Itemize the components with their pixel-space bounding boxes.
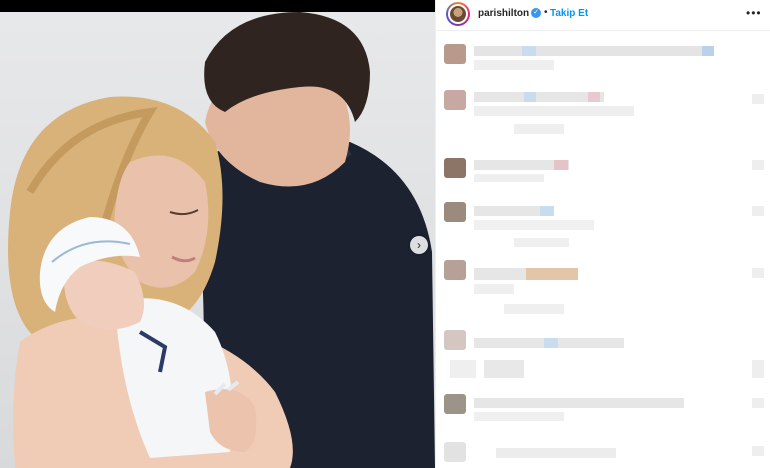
comment-item — [436, 440, 770, 468]
more-options-icon[interactable]: ••• — [746, 6, 762, 20]
comment-item — [436, 200, 770, 250]
commenter-avatar[interactable] — [444, 44, 466, 64]
comment-item — [436, 156, 770, 190]
comment-item — [436, 392, 770, 432]
photo-illustration — [8, 12, 435, 468]
commenter-avatar[interactable] — [444, 394, 466, 414]
separator-dot: • — [544, 7, 548, 18]
commenter-avatar[interactable] — [444, 442, 466, 462]
next-image-button[interactable]: › — [410, 236, 428, 254]
post-header: parishilton ✓ • Takip Et ••• — [436, 0, 770, 31]
commenter-avatar[interactable] — [444, 158, 466, 178]
commenter-avatar[interactable] — [444, 90, 466, 110]
post-media: › — [0, 0, 435, 468]
commenter-avatar[interactable] — [444, 202, 466, 222]
comment-item — [436, 258, 770, 318]
follow-button[interactable]: Takip Et — [550, 8, 588, 19]
comment-item — [436, 328, 770, 388]
commenter-avatar[interactable] — [444, 330, 466, 350]
media-top-bar — [0, 0, 435, 12]
verified-badge-icon: ✓ — [531, 8, 541, 18]
comment-item — [436, 40, 770, 80]
avatar-picture — [450, 6, 466, 22]
username-link[interactable]: parishilton — [478, 8, 529, 19]
post-sidebar: parishilton ✓ • Takip Et ••• — [435, 0, 770, 468]
post-photo[interactable]: › — [0, 12, 435, 468]
commenter-avatar[interactable] — [444, 260, 466, 280]
profile-avatar[interactable] — [446, 2, 470, 26]
comment-item — [436, 88, 770, 148]
